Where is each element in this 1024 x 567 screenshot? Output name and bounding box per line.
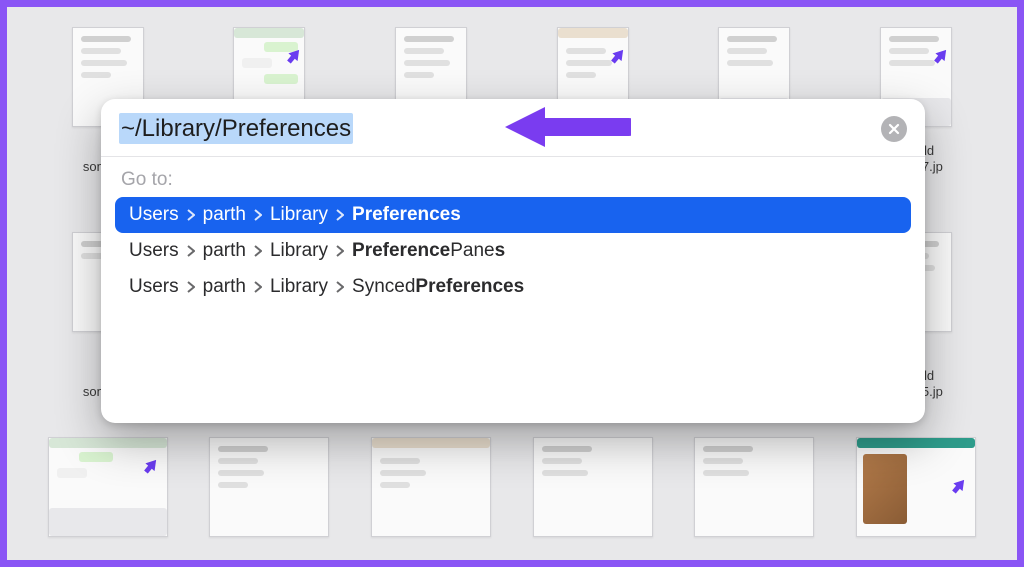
chevron-right-icon <box>336 209 344 221</box>
chevron-right-icon <box>254 209 262 221</box>
goto-results: Go to: Users parth Library Preferences U… <box>101 157 925 315</box>
path-segment: Users <box>129 276 179 298</box>
file-item[interactable] <box>684 437 824 537</box>
close-icon <box>888 123 900 135</box>
chevron-right-icon <box>254 281 262 293</box>
chevron-right-icon <box>187 245 195 257</box>
path-segment-final: PreferencePanes <box>352 240 505 262</box>
goto-result-item[interactable]: Users parth Library SyncedPreferences <box>115 269 911 305</box>
file-item[interactable] <box>846 437 986 537</box>
finder-window-background: h som...pg to add ...hat 7.jp h som...pg… <box>7 7 1017 560</box>
chevron-right-icon <box>187 281 195 293</box>
path-segment: Users <box>129 240 179 262</box>
file-item[interactable] <box>361 437 501 537</box>
file-item[interactable] <box>523 437 663 537</box>
file-item[interactable] <box>38 437 178 537</box>
path-segment: parth <box>203 204 246 226</box>
path-segment-final: Preferences <box>352 204 461 226</box>
chevron-right-icon <box>187 209 195 221</box>
annotation-arrow-icon <box>501 103 631 151</box>
path-segment: Library <box>270 276 328 298</box>
goto-input-row: ~/Library/Preferences <box>101 99 925 157</box>
goto-result-item[interactable]: Users parth Library PreferencePanes <box>115 233 911 269</box>
path-segment: parth <box>203 276 246 298</box>
goto-path-input[interactable]: ~/Library/Preferences <box>119 113 353 144</box>
goto-result-item[interactable]: Users parth Library Preferences <box>115 197 911 233</box>
file-grid-row <box>7 437 1017 537</box>
file-item[interactable] <box>199 437 339 537</box>
chevron-right-icon <box>336 245 344 257</box>
path-segment: Library <box>270 240 328 262</box>
goto-section-label: Go to: <box>115 167 911 197</box>
chevron-right-icon <box>254 245 262 257</box>
path-segment: parth <box>203 240 246 262</box>
path-segment: Library <box>270 204 328 226</box>
clear-input-button[interactable] <box>881 116 907 142</box>
path-segment: Users <box>129 204 179 226</box>
path-segment-final: SyncedPreferences <box>352 276 524 298</box>
goto-folder-sheet: ~/Library/Preferences Go to: Users parth… <box>101 99 925 423</box>
chevron-right-icon <box>336 281 344 293</box>
